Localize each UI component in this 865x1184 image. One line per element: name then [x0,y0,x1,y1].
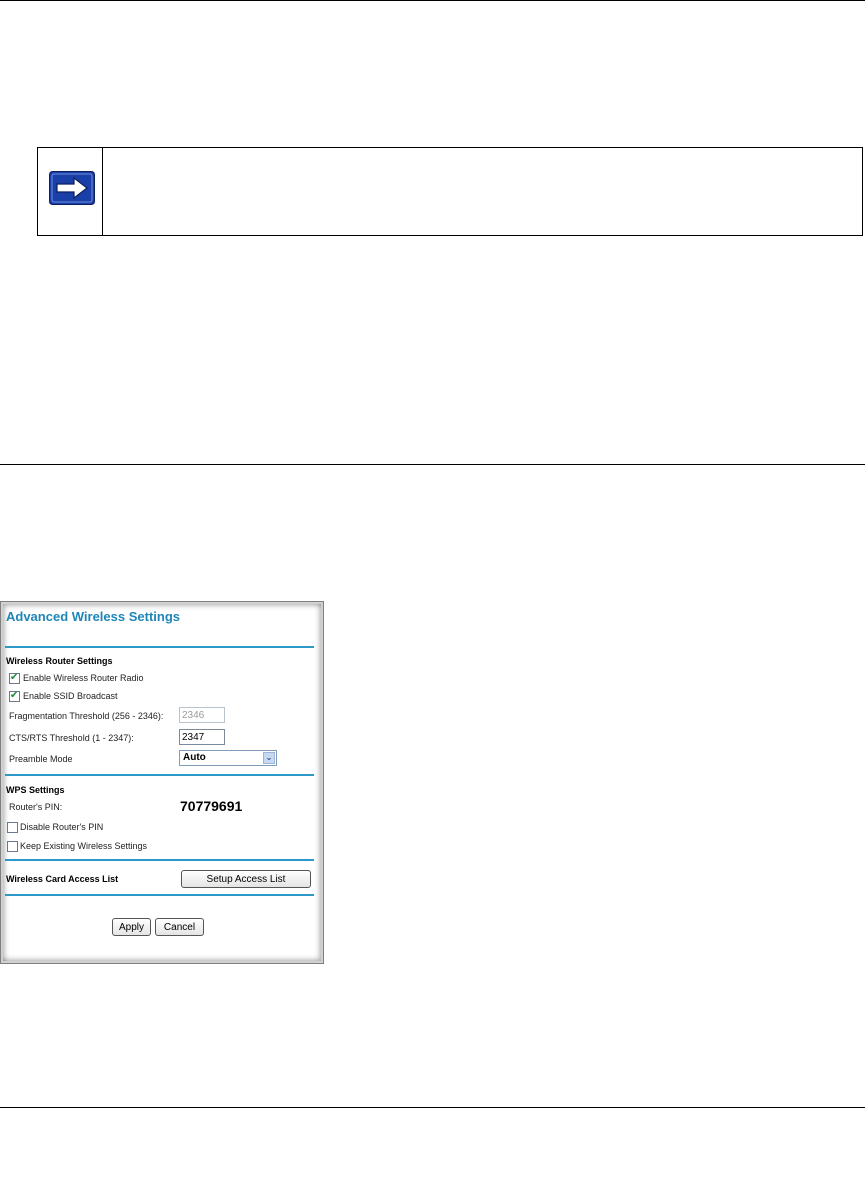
section-rule [5,646,314,648]
wps-heading: WPS Settings [6,785,65,795]
disable-pin-checkbox[interactable] [7,822,18,833]
enable-radio-label: Enable Wireless Router Radio [23,673,144,683]
keep-existing-label: Keep Existing Wireless Settings [20,841,148,851]
section-rule [5,774,314,776]
router-pin-label: Router's PIN: [9,802,63,812]
preamble-mode-value: Auto [183,752,206,763]
section-rule [5,859,314,861]
frag-threshold-label: Fragmentation Threshold (256 - 2346): [9,711,164,721]
router-settings-heading: Wireless Router Settings [6,656,113,666]
enable-ssid-checkbox[interactable] [9,690,20,702]
chevron-down-icon[interactable]: ⌄ [263,752,275,764]
cts-threshold-input[interactable] [179,729,225,745]
preamble-mode-select[interactable]: Auto ⌄ [179,750,277,766]
apply-button[interactable]: Apply [112,918,151,936]
bottom-divider [0,1107,865,1108]
router-pin-value: 70779691 [180,798,243,814]
right-arrow-icon [49,171,95,205]
enable-radio-checkbox[interactable] [9,672,20,684]
note-box [37,147,863,236]
middle-divider [0,464,865,465]
cts-threshold-label: CTS/RTS Threshold (1 - 2347): [9,733,134,743]
frag-threshold-input[interactable] [179,707,225,723]
keep-existing-checkbox[interactable] [7,841,18,852]
advanced-wireless-settings-panel: Advanced Wireless Settings Wireless Rout… [0,601,324,964]
disable-pin-label: Disable Router's PIN [20,822,104,832]
setup-access-list-button[interactable]: Setup Access List [181,870,311,888]
cancel-button[interactable]: Cancel [155,918,204,936]
note-icon-cell [38,148,103,235]
enable-ssid-label: Enable SSID Broadcast [23,691,118,701]
panel-title: Advanced Wireless Settings [6,609,180,624]
preamble-mode-label: Preamble Mode [9,754,73,764]
top-divider [0,0,865,1]
access-list-label: Wireless Card Access List [6,874,119,884]
section-rule [5,894,314,896]
